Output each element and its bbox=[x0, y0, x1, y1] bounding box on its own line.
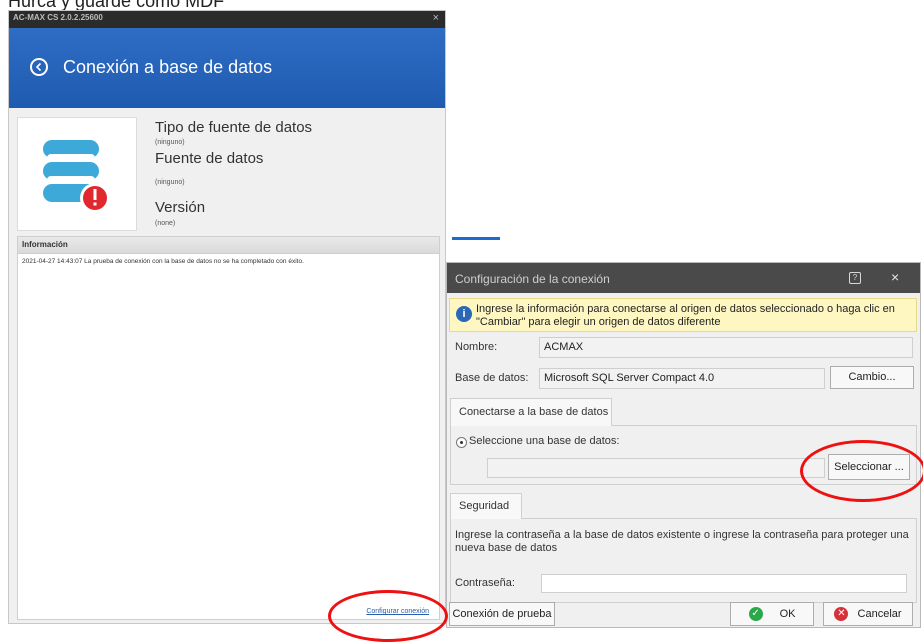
datasource-type-value: (ninguno) bbox=[155, 139, 185, 146]
information-message: 2021-04-27 14:43:07 La prueba de conexió… bbox=[22, 258, 304, 265]
tab-connect-database[interactable]: Conectarse a la base de datos bbox=[450, 398, 612, 426]
information-header: Información bbox=[18, 237, 439, 254]
cancel-button[interactable]: ✕ Cancelar bbox=[823, 602, 913, 626]
check-icon: ✓ bbox=[748, 607, 763, 622]
name-label: Nombre: bbox=[455, 341, 498, 353]
tab-security[interactable]: Seguridad bbox=[450, 493, 522, 519]
password-field[interactable] bbox=[541, 574, 907, 593]
database-field[interactable]: Microsoft SQL Server Compact 4.0 bbox=[539, 368, 825, 389]
back-arrow-icon[interactable] bbox=[30, 58, 48, 76]
version-label: Versión bbox=[155, 199, 206, 216]
database-label: Base de datos: bbox=[455, 372, 529, 384]
info-note: i Ingrese la información para conectarse… bbox=[449, 298, 917, 332]
cancel-icon: ✕ bbox=[834, 607, 849, 622]
password-label: Contraseña: bbox=[455, 577, 515, 589]
database-error-icon bbox=[43, 140, 110, 213]
cancel-label: Cancelar bbox=[857, 608, 902, 620]
page-title: Conexión a base de datos bbox=[63, 57, 273, 77]
window-titlebar: AC-MAX CS 2.0.2.25600 × bbox=[9, 11, 445, 28]
select-database-label: Seleccione una base de datos: bbox=[469, 435, 620, 447]
select-database-radio[interactable] bbox=[456, 437, 467, 448]
close-icon[interactable]: × bbox=[891, 269, 899, 285]
info-note-text: Ingrese la información para conectarse a… bbox=[476, 303, 895, 328]
close-icon[interactable]: × bbox=[433, 12, 439, 24]
database-path-field[interactable] bbox=[487, 458, 825, 478]
database-connection-window: AC-MAX CS 2.0.2.25600 × Conexión a base … bbox=[8, 10, 446, 624]
datasource-type-label: Tipo de fuente de datos bbox=[155, 119, 313, 136]
name-field[interactable]: ACMAX bbox=[539, 337, 913, 358]
help-icon[interactable]: ? bbox=[849, 272, 861, 284]
window-title: AC-MAX CS 2.0.2.25600 bbox=[13, 13, 103, 22]
change-button[interactable]: Cambio... bbox=[830, 366, 914, 389]
version-value: (none) bbox=[155, 220, 176, 227]
background-accent bbox=[452, 237, 500, 240]
information-panel: Información 2021-04-27 14:43:07 La prueb… bbox=[17, 236, 440, 620]
dialog-titlebar: Configuración de la conexión ? × bbox=[447, 263, 920, 293]
annotation-circle-configure bbox=[328, 590, 448, 642]
annotation-circle-select bbox=[800, 440, 923, 502]
ok-label: OK bbox=[779, 608, 796, 620]
datasource-value: (ninguno) bbox=[155, 179, 185, 186]
database-icon-card bbox=[17, 117, 137, 231]
ok-button[interactable]: ✓ OK bbox=[730, 602, 814, 626]
page-header: Conexión a base de datos bbox=[9, 28, 445, 108]
security-description: Ingrese la contraseña a la base de datos… bbox=[455, 529, 909, 554]
dialog-title: Configuración de la conexión bbox=[455, 272, 610, 286]
info-icon: i bbox=[456, 306, 472, 322]
test-connection-button[interactable]: Conexión de prueba bbox=[449, 602, 555, 626]
datasource-label: Fuente de datos bbox=[155, 150, 264, 167]
